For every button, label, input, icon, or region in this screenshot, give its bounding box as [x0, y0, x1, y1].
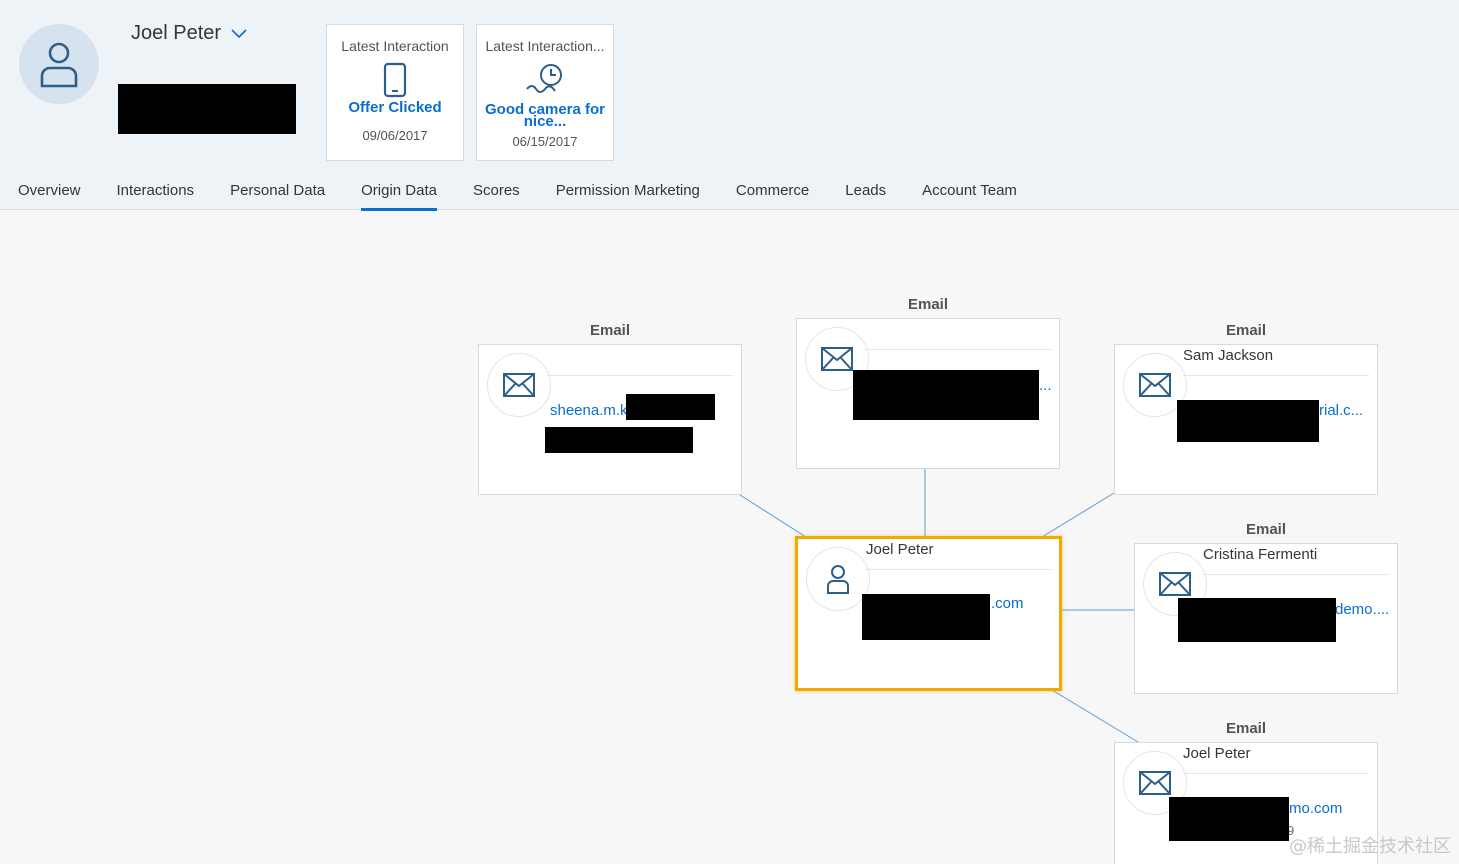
- latest-interaction-tile[interactable]: Latest Interaction Offer Clicked 09/06/2…: [326, 24, 464, 161]
- redacted-block: [545, 427, 693, 453]
- email-node[interactable]: sheena.m.k: [478, 344, 742, 495]
- chevron-down-icon: [231, 28, 247, 38]
- tab-scores[interactable]: Scores: [455, 182, 538, 210]
- connector-line: [1041, 492, 1115, 538]
- node-type-label: Email: [1225, 322, 1267, 339]
- email-node[interactable]: ...: [796, 318, 1060, 469]
- person-icon: [827, 565, 849, 594]
- email-link[interactable]: .com: [991, 595, 1024, 612]
- email-link[interactable]: rial.c...: [1319, 402, 1363, 419]
- tile-date: 06/15/2017: [512, 134, 578, 149]
- clock-trend-icon: [526, 64, 562, 93]
- latest-interaction-tile-2[interactable]: Latest Interaction... Good camera for ni…: [476, 24, 614, 161]
- redacted-block: [626, 394, 715, 420]
- mobile-phone-icon: [383, 62, 407, 98]
- contact-center-node[interactable]: Joel Peter .com: [795, 536, 1062, 691]
- email-node[interactable]: Sam Jackson rial.c...: [1114, 344, 1378, 495]
- tab-personal-data[interactable]: Personal Data: [212, 182, 343, 210]
- tile-heading: Latest Interaction: [341, 38, 449, 54]
- person-icon: [40, 42, 78, 88]
- contact-name: Joel Peter: [131, 22, 222, 44]
- object-page-header: Joel Peter Latest Interaction Offer Clic…: [0, 0, 1459, 211]
- tile-value: Good camera for nice...: [484, 101, 606, 130]
- redacted-block: [118, 84, 296, 134]
- redacted-block: [1178, 598, 1336, 642]
- tab-interactions[interactable]: Interactions: [99, 182, 213, 210]
- envelope-icon: [821, 347, 853, 371]
- node-title: Sam Jackson: [1183, 347, 1274, 364]
- envelope-icon: [1139, 771, 1171, 795]
- email-node[interactable]: Cristina Fermenti demo....: [1134, 543, 1398, 694]
- tile-date: 09/06/2017: [362, 128, 428, 143]
- envelope-icon: [503, 373, 535, 397]
- contact-title-switcher[interactable]: Joel Peter: [131, 22, 247, 45]
- node-title: Joel Peter: [1183, 745, 1251, 762]
- redacted-block: [853, 370, 1039, 420]
- tab-account-team[interactable]: Account Team: [904, 182, 1035, 210]
- email-link[interactable]: ...: [1039, 377, 1052, 394]
- connector-line: [739, 494, 807, 538]
- tab-leads[interactable]: Leads: [827, 182, 904, 210]
- contact-avatar: [19, 24, 99, 104]
- tile-heading: Latest Interaction...: [485, 38, 605, 54]
- email-link[interactable]: sheena.m.k: [550, 402, 628, 419]
- redacted-block: [1169, 797, 1289, 841]
- tab-origin-data[interactable]: Origin Data: [343, 182, 455, 211]
- envelope-icon: [1139, 373, 1171, 397]
- node-title: Cristina Fermenti: [1203, 546, 1318, 563]
- email-link[interactable]: demo....: [1335, 601, 1389, 618]
- tab-commerce[interactable]: Commerce: [718, 182, 827, 210]
- redacted-block: [862, 594, 990, 640]
- origin-data-network-graph: Email sheena.m.k Email ... Email Sam Jac…: [0, 211, 1459, 864]
- node-type-label: Email: [907, 296, 949, 313]
- tab-permission-marketing[interactable]: Permission Marketing: [538, 182, 718, 210]
- tile-value: Offer Clicked: [348, 99, 442, 116]
- envelope-icon: [1159, 572, 1191, 596]
- tab-overview[interactable]: Overview: [0, 182, 99, 210]
- node-title: Joel Peter: [866, 541, 934, 558]
- node-type-label: Email: [1245, 521, 1287, 538]
- email-link[interactable]: mo.com: [1289, 800, 1342, 817]
- node-type-label: Email: [589, 322, 631, 339]
- watermark-text: @稀土掘金技术社区: [1289, 836, 1451, 857]
- tab-bar: Overview Interactions Personal Data Orig…: [0, 182, 1035, 211]
- redacted-block: [1177, 400, 1319, 442]
- node-type-label: Email: [1225, 720, 1267, 737]
